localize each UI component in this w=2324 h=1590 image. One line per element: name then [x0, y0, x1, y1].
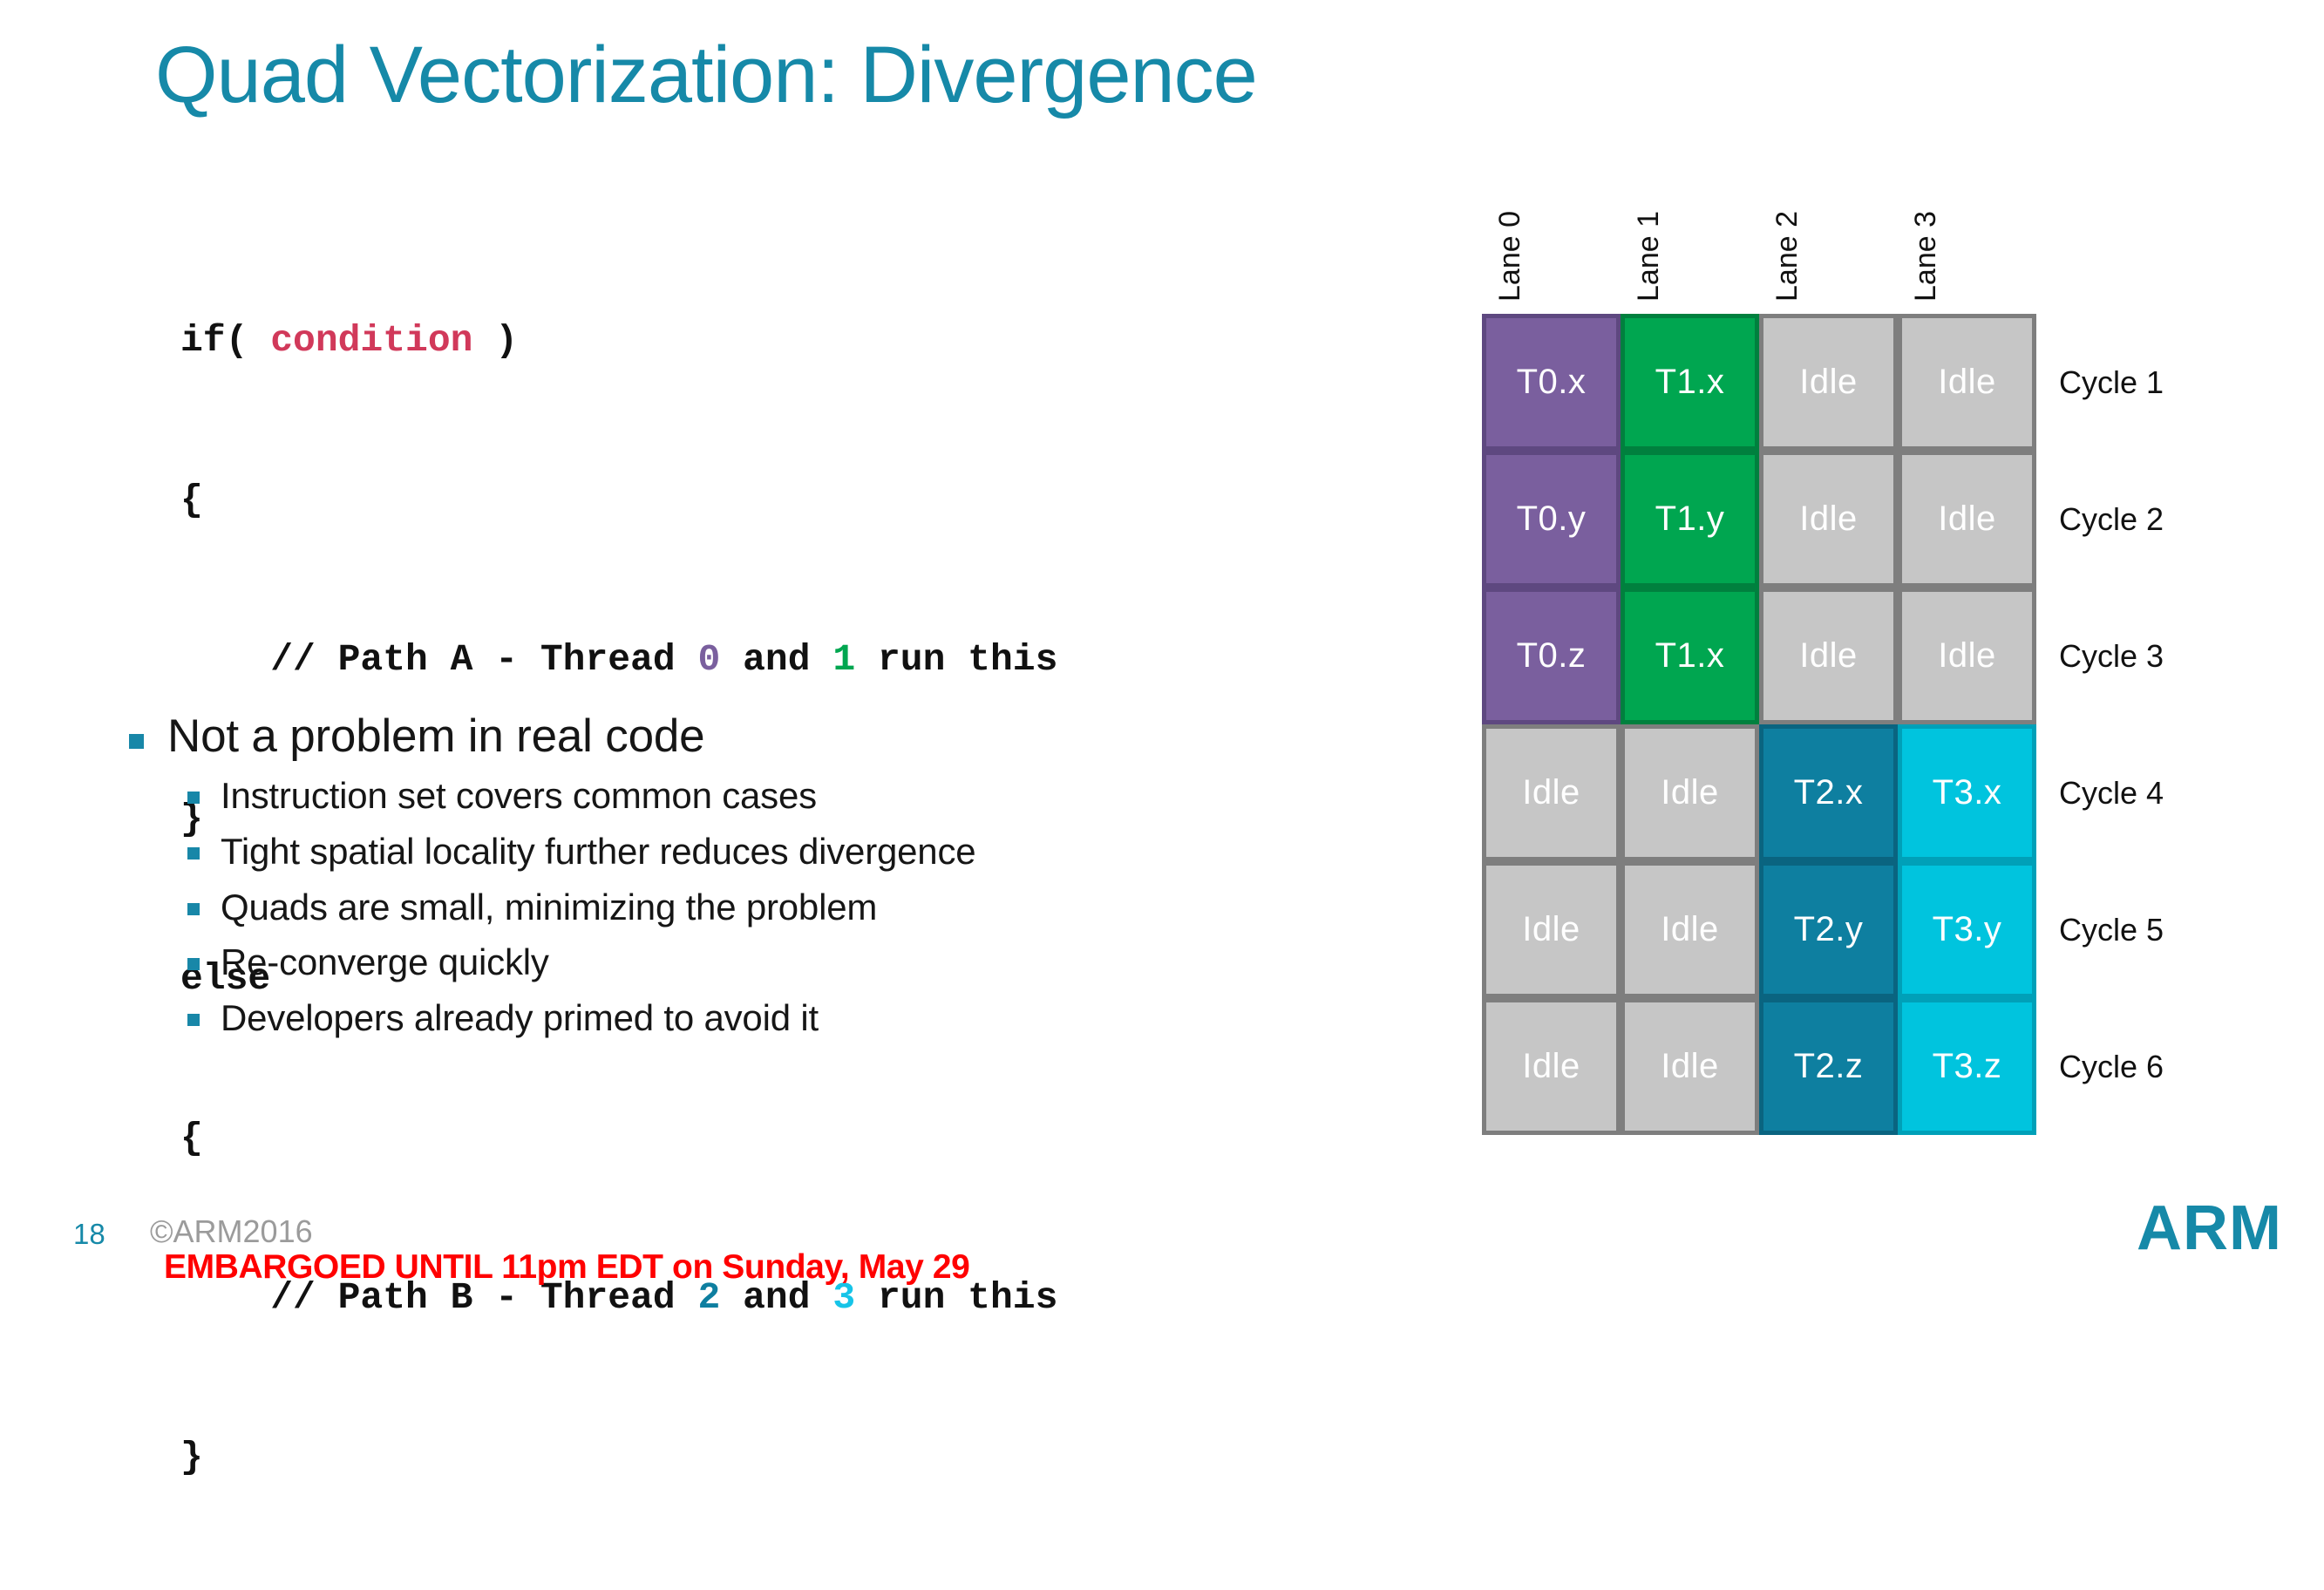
cycle-label-column: Cycle 1 Cycle 2 Cycle 3 Cycle 4 Cycle 5 Cycle…	[2059, 314, 2164, 1135]
copyright-notice: ©ARM2016	[150, 1213, 313, 1249]
cycle-label-4: Cycle 4	[2059, 774, 2164, 811]
lane-header-0: Lane 0	[1493, 211, 1526, 302]
grid-cell-r6-c1: Idle	[1482, 998, 1621, 1135]
bullet-sub-label: Quads are small, minimizing the problem	[221, 886, 878, 928]
bullet-square-icon	[187, 958, 200, 971]
code-token-thread1: 1	[832, 638, 856, 681]
grid-cell-r3-c2: T1.x	[1621, 588, 1759, 724]
grid-cell-r4-c2: Idle	[1621, 724, 1759, 861]
cycle-label-3: Cycle 3	[2059, 637, 2164, 674]
bullet-square-icon	[187, 846, 200, 860]
code-token-close-paren: )	[472, 319, 519, 362]
execution-grid-wrapper: T0.x T1.x Idle Idle T0.y T1.y Idle Idle T0.z T1.x…	[1482, 314, 2036, 1135]
bullet-main: Not a problem in real code	[129, 708, 1349, 765]
bullet-sub-label: Tight spatial locality further reduces d…	[221, 830, 976, 872]
code-token-and-a: and	[720, 638, 833, 681]
code-line-6: {	[180, 1117, 203, 1159]
bullet-sub-label: Instruction set covers common cases	[221, 775, 817, 817]
grid-cell-r5-c4: T3.y	[1898, 861, 2036, 998]
grid-cell-r6-c4: T3.z	[1898, 998, 2036, 1135]
bullet-square-icon	[129, 734, 144, 749]
grid-cell-r2-c1: T0.y	[1482, 451, 1621, 588]
arm-logo: ARM	[2137, 1193, 2282, 1263]
code-token-patha-post: run this	[855, 638, 1058, 681]
bullet-square-icon	[187, 792, 200, 805]
grid-cell-r1-c1: T0.x	[1482, 314, 1621, 451]
bullet-sub-label: Developers already primed to avoid it	[221, 997, 819, 1039]
code-token-thread0: 0	[697, 638, 721, 681]
grid-cell-r6-c3: T2.z	[1759, 998, 1898, 1135]
grid-cell-r1-c4: Idle	[1898, 314, 2036, 451]
grid-cell-r5-c2: Idle	[1621, 861, 1759, 998]
bullet-square-icon	[187, 902, 200, 915]
list-item: Re-converge quickly	[187, 935, 1349, 989]
lane-header-row: Lane 0 Lane 1 Lane 2 Lane 3	[1482, 162, 2036, 302]
code-line-1: if( condition )	[180, 314, 1057, 367]
grid-cell-r2-c4: Idle	[1898, 451, 2036, 588]
grid-cell-r3-c4: Idle	[1898, 588, 2036, 724]
grid-cell-r1-c2: T1.x	[1621, 314, 1759, 451]
cycle-label-5: Cycle 5	[2059, 911, 2164, 948]
grid-cell-r5-c3: T2.y	[1759, 861, 1898, 998]
grid-cell-r5-c1: Idle	[1482, 861, 1621, 998]
list-item: Tight spatial locality further reduces d…	[187, 825, 1349, 879]
slide-root: Quad Vectorization: Divergence if( condi…	[0, 0, 2324, 1478]
list-item: Quads are small, minimizing the problem	[187, 880, 1349, 934]
code-token-patha-pre: // Path A - Thread	[180, 638, 698, 681]
lane-header-2: Lane 2	[1770, 211, 1804, 302]
bullet-square-icon	[187, 1014, 200, 1027]
grid-cell-r2-c3: Idle	[1759, 451, 1898, 588]
cycle-label-2: Cycle 2	[2059, 500, 2164, 537]
embargo-notice: EMBARGOED UNTIL 11pm EDT on Sunday, May …	[164, 1248, 970, 1286]
grid-cell-r4-c1: Idle	[1482, 724, 1621, 861]
grid-cell-r6-c2: Idle	[1621, 998, 1759, 1135]
grid-cell-r1-c3: Idle	[1759, 314, 1898, 451]
execution-grid: T0.x T1.x Idle Idle T0.y T1.y Idle Idle T0.z T1.x…	[1482, 314, 2036, 1135]
code-token-condition: condition	[270, 319, 473, 362]
bullet-sub-label: Re-converge quickly	[221, 941, 549, 983]
grid-cell-r3-c3: Idle	[1759, 588, 1898, 724]
grid-cell-r4-c4: T3.x	[1898, 724, 2036, 861]
code-line-2: {	[180, 479, 203, 521]
lane-header-3: Lane 3	[1909, 211, 1942, 302]
grid-cell-r3-c1: T0.z	[1482, 588, 1621, 724]
cycle-label-6: Cycle 6	[2059, 1048, 2164, 1084]
list-item: Developers already primed to avoid it	[187, 991, 1349, 1045]
grid-cell-r2-c2: T1.y	[1621, 451, 1759, 588]
page-title: Quad Vectorization: Divergence	[155, 31, 1258, 119]
bullet-main-label: Not a problem in real code	[167, 710, 705, 762]
bullet-list: Not a problem in real code Instruction s…	[129, 708, 1349, 1047]
code-token-if: if(	[180, 319, 271, 362]
grid-cell-r4-c3: T2.x	[1759, 724, 1898, 861]
list-item: Instruction set covers common cases	[187, 769, 1349, 823]
code-line-8: }	[180, 1436, 203, 1478]
cycle-label-1: Cycle 1	[2059, 364, 2164, 400]
code-line-3: // Path A - Thread 0 and 1 run this	[180, 633, 1057, 686]
bullet-sublist: Instruction set covers common cases Tigh…	[187, 769, 1349, 1045]
page-number: 18	[73, 1218, 105, 1250]
lane-header-1: Lane 1	[1632, 211, 1665, 302]
